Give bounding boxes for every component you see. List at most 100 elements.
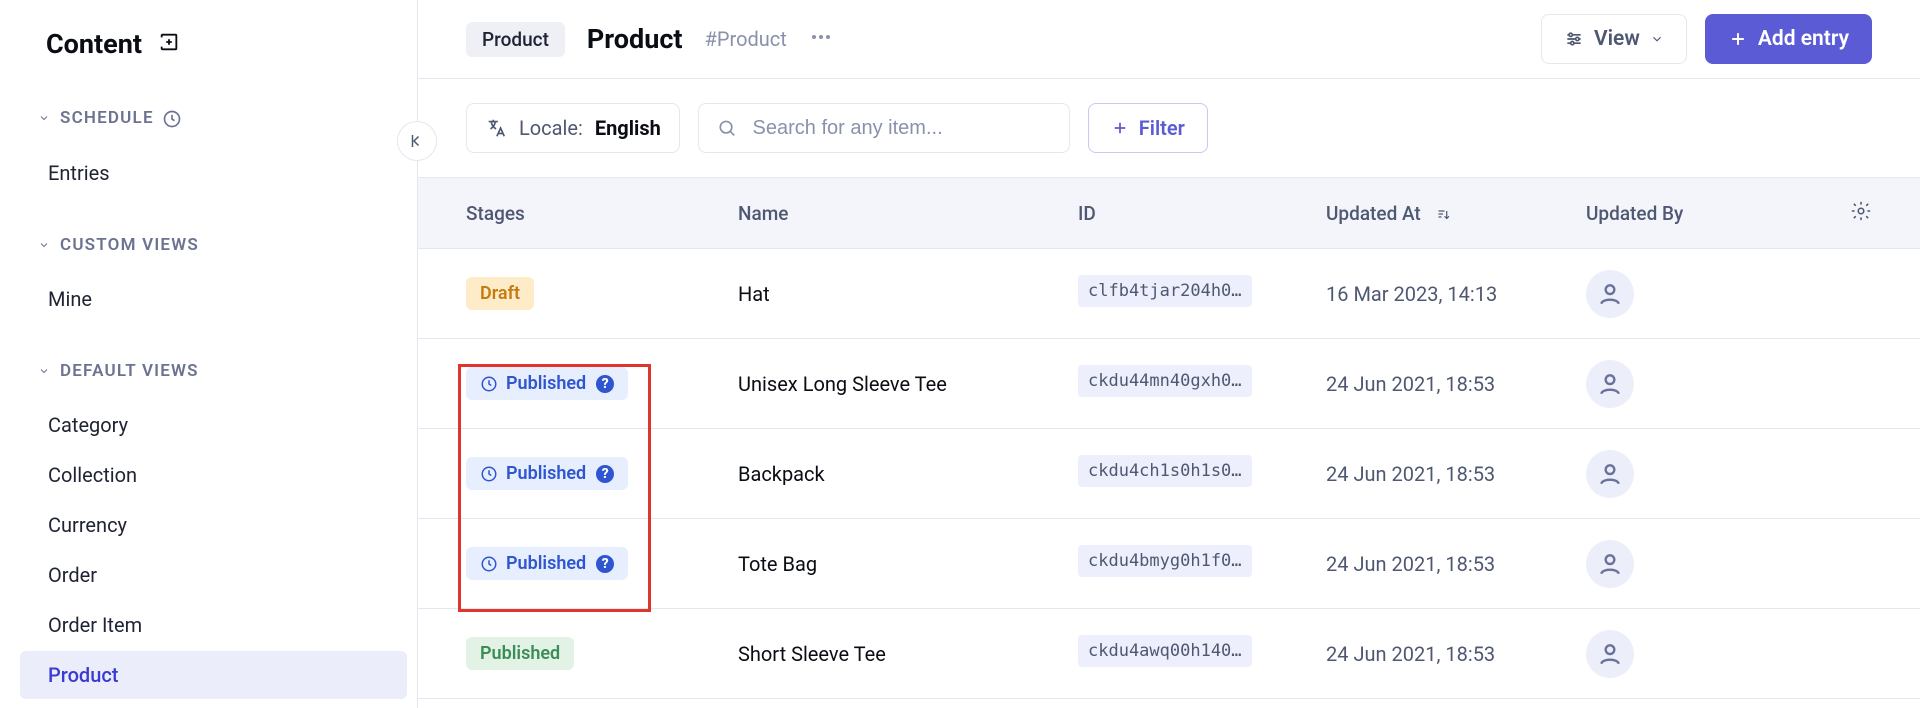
row-updated-at: 24 Jun 2021, 18:53: [1326, 372, 1586, 396]
col-stages[interactable]: Stages: [466, 202, 738, 225]
topbar: Product Product #Product View Add entry: [418, 0, 1920, 78]
filter-button[interactable]: Filter: [1088, 103, 1208, 153]
main: Product Product #Product View Add entry …: [418, 0, 1920, 708]
sidebar-section-header[interactable]: CUSTOM VIEWS: [20, 227, 417, 263]
col-id[interactable]: ID: [1078, 202, 1326, 225]
entries-table: Stages Name ID Updated At Updated By Dra…: [418, 177, 1920, 699]
clock-icon: [480, 555, 498, 573]
row-name: Hat: [738, 282, 1078, 306]
search-input[interactable]: [751, 116, 1051, 141]
row-name: Short Sleeve Tee: [738, 642, 1078, 666]
user-icon: [1597, 641, 1623, 667]
more-icon[interactable]: [809, 25, 833, 54]
info-icon: ?: [596, 465, 614, 483]
view-button[interactable]: View: [1541, 14, 1687, 64]
sidebar-section-title: CUSTOM VIEWS: [60, 235, 199, 255]
clock-icon: [480, 465, 498, 483]
table-row[interactable]: Draft Hatclfb4tjar204h0… 16 Mar 2023, 14:1…: [418, 249, 1920, 339]
view-button-label: View: [1594, 27, 1640, 51]
user-icon: [1597, 461, 1623, 487]
chevron-down-icon: [38, 112, 50, 124]
row-updated-at: 16 Mar 2023, 14:13: [1326, 282, 1586, 306]
table-row[interactable]: Published Short Sleeve Teeckdu4awq00h140……: [418, 609, 1920, 699]
row-updated-at: 24 Jun 2021, 18:53: [1326, 642, 1586, 666]
col-updated-at[interactable]: Updated At: [1326, 202, 1586, 225]
sliders-icon: [1564, 29, 1584, 49]
filterbar: Locale: English Filter: [418, 79, 1920, 177]
info-icon: ?: [596, 555, 614, 573]
sidebar-section-title: SCHEDULE: [60, 108, 182, 129]
sidebar-section-header[interactable]: DEFAULT VIEWS: [20, 353, 417, 389]
chevron-down-icon: [1650, 32, 1664, 46]
sort-icon: [1434, 205, 1452, 223]
model-chip[interactable]: Product: [466, 22, 565, 57]
stage-badge: Published: [466, 637, 574, 670]
sidebar-section-custom: CUSTOM VIEWS Mine: [0, 227, 417, 323]
add-entry-button[interactable]: Add entry: [1705, 14, 1872, 64]
filter-button-label: Filter: [1139, 116, 1185, 140]
plus-icon: [1728, 29, 1748, 49]
row-updated-at: 24 Jun 2021, 18:53: [1326, 552, 1586, 576]
table-row[interactable]: Published? Tote Bagckdu4bmyg0h1f0… 24 Jun …: [418, 519, 1920, 609]
chevron-down-icon: [38, 239, 50, 251]
search-box[interactable]: [698, 103, 1070, 153]
page-title: Product: [587, 23, 683, 55]
avatar: [1586, 270, 1634, 318]
avatar: [1586, 360, 1634, 408]
table-row[interactable]: Published? Unisex Long Sleeve Teeckdu44mn…: [418, 339, 1920, 429]
locale-selector[interactable]: Locale: English: [466, 103, 680, 153]
sidebar-item-mine[interactable]: Mine: [20, 275, 407, 323]
sidebar-section-default: DEFAULT VIEWSCategoryCollectionCurrencyO…: [0, 353, 417, 699]
row-id: clfb4tjar204h0…: [1078, 275, 1252, 307]
sidebar-item-order[interactable]: Order: [20, 551, 407, 599]
table-row[interactable]: Published? Backpackckdu4ch1s0h1s0… 24 Jun …: [418, 429, 1920, 519]
sidebar-item-collection[interactable]: Collection: [20, 451, 407, 499]
row-updated-at: 24 Jun 2021, 18:53: [1326, 462, 1586, 486]
avatar: [1586, 450, 1634, 498]
locale-icon: [485, 117, 507, 139]
user-icon: [1597, 551, 1623, 577]
stage-badge: Published?: [466, 367, 628, 400]
locale-label: Locale:: [519, 116, 583, 140]
avatar: [1586, 540, 1634, 588]
sidebar-item-product[interactable]: Product: [20, 651, 407, 699]
user-icon: [1597, 281, 1623, 307]
sidebar-item-order-item[interactable]: Order Item: [20, 601, 407, 649]
sidebar: Content SCHEDULE Entries CUSTOM VIEWS Mine D…: [0, 0, 418, 708]
row-name: Unisex Long Sleeve Tee: [738, 372, 1078, 396]
stage-badge: Published?: [466, 547, 628, 580]
locale-value: English: [595, 116, 661, 140]
table-header: Stages Name ID Updated At Updated By: [418, 177, 1920, 249]
row-name: Backpack: [738, 462, 1078, 486]
user-icon: [1597, 371, 1623, 397]
row-id: ckdu44mn40gxh0…: [1078, 365, 1252, 397]
plus-icon: [1111, 119, 1129, 137]
table-settings-button[interactable]: [1850, 200, 1872, 227]
sidebar-item-currency[interactable]: Currency: [20, 501, 407, 549]
gear-icon: [1850, 200, 1872, 222]
info-icon: ?: [596, 375, 614, 393]
sidebar-item-entries[interactable]: Entries: [20, 149, 407, 197]
avatar: [1586, 630, 1634, 678]
sidebar-section-header[interactable]: SCHEDULE: [20, 100, 417, 137]
topbar-right: View Add entry: [1541, 14, 1872, 64]
topbar-left: Product Product #Product: [466, 22, 833, 57]
sidebar-item-category[interactable]: Category: [20, 401, 407, 449]
new-content-icon[interactable]: [158, 31, 180, 58]
col-name[interactable]: Name: [738, 202, 1078, 225]
stage-badge: Draft: [466, 277, 534, 310]
page-subtitle: #Product: [705, 27, 787, 51]
clock-icon: [162, 109, 182, 129]
sidebar-title: Content: [46, 28, 142, 60]
stage-badge: Published?: [466, 457, 628, 490]
sidebar-section-title: DEFAULT VIEWS: [60, 361, 199, 381]
row-id: ckdu4bmyg0h1f0…: [1078, 545, 1252, 577]
sidebar-section-schedule: SCHEDULE Entries: [0, 100, 417, 197]
row-id: ckdu4ch1s0h1s0…: [1078, 455, 1252, 487]
add-entry-label: Add entry: [1758, 27, 1849, 51]
row-id: ckdu4awq00h140…: [1078, 635, 1252, 667]
col-updated-by[interactable]: Updated By: [1586, 202, 1812, 225]
sidebar-header: Content: [0, 28, 417, 60]
row-name: Tote Bag: [738, 552, 1078, 576]
search-icon: [717, 117, 737, 139]
